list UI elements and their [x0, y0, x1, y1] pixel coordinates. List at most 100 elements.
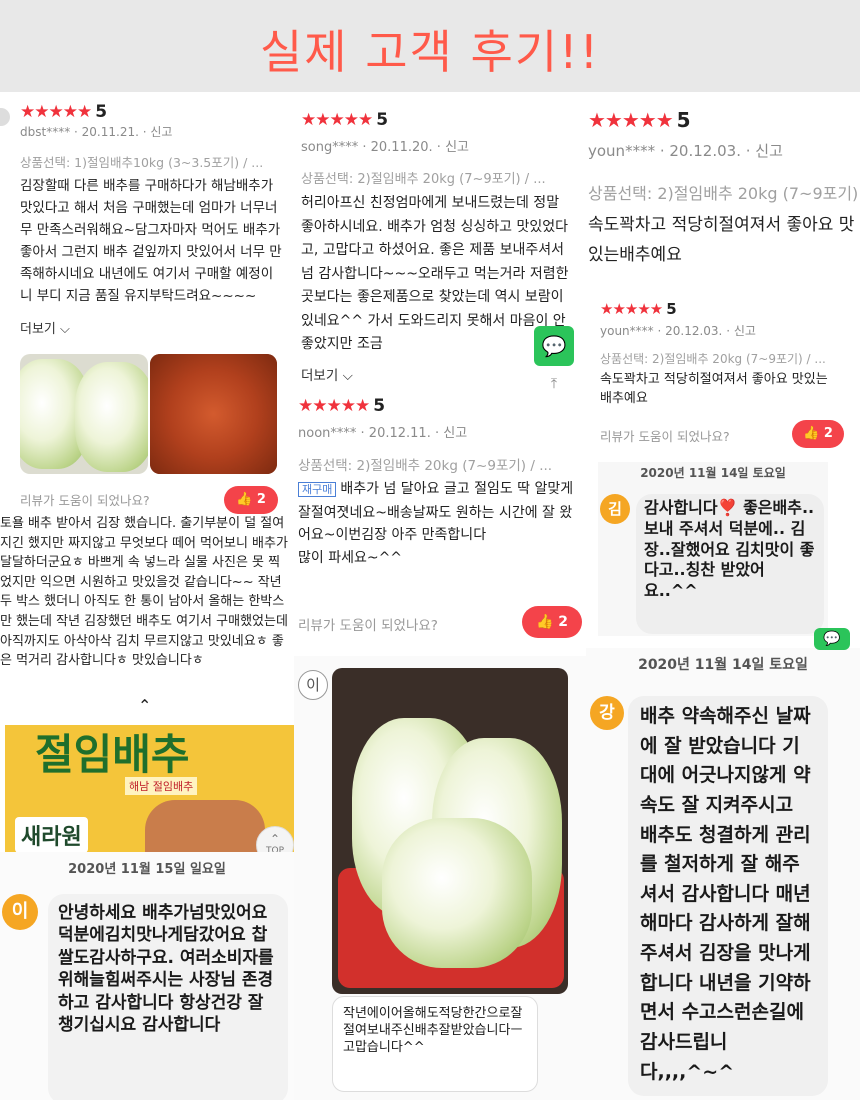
star-rating-icon: ★★★★★: [600, 300, 663, 318]
report-link[interactable]: 신고: [445, 140, 469, 155]
avatar-icon: 김: [600, 494, 630, 524]
helpful-text: 리뷰가 도움이 되었나요?: [600, 429, 730, 444]
star-rating-icon: ★★★★★: [20, 102, 92, 122]
collapse-button[interactable]: ⌃: [138, 696, 151, 715]
upload-icon[interactable]: ⤒: [536, 376, 572, 396]
thumbs-up-icon: 👍: [803, 426, 820, 441]
review-meta: youn**** · 20.12.03. · 신고: [600, 324, 756, 338]
review-body: 허리아프신 친정엄마에게 보내드렸는데 정말 좋아하시네요. 배추가 엄청 싱싱…: [301, 195, 569, 352]
helpful-text: 리뷰가 도움이 되었나요?: [20, 493, 150, 508]
rating: ★★★★★ 5: [588, 108, 691, 132]
package-title: 절임배추: [35, 730, 190, 779]
cabbage-image: [75, 362, 148, 472]
like-button[interactable]: 👍 2: [224, 486, 278, 514]
farmer-photo: [145, 800, 265, 855]
chat-screenshot-3: 이 작년에이어올해도적당한간으로잘절여보내주신배추잘받았습니다ㅡ 고맙습니다^^: [294, 656, 586, 1100]
chat-date: 2020년 11월 14일 토요일: [640, 466, 786, 480]
review-body: 속도꽉차고 적당히절여져서 좋아요 맛있는배추예요: [600, 372, 828, 406]
chat-message: 안녕하세요 배추가넘맛있어요 덕분에김치맛나게담갔어요 찹쌀도감사하구요. 여러…: [48, 894, 288, 1100]
review-card-3b: ★★★★★ 5 youn**** · 20.12.03. · 신고 상품선택: 2…: [586, 296, 860, 456]
avatar-icon: 이: [2, 894, 38, 930]
chat-message: 감사합니다❣️ 좋은배추..보내 주셔서 덕분에.. 김장..잘했어요 김치맛이…: [636, 494, 824, 634]
product-option: 상품선택: 2)절임배추 20kg (7~9포기) / ...: [600, 352, 826, 366]
avatar-icon: [0, 108, 10, 126]
chevron-up-icon: ⌃: [269, 832, 281, 846]
date: 20.11.20.: [370, 140, 433, 155]
more-label: 더보기: [20, 322, 56, 337]
author: noon****: [298, 426, 357, 441]
review-card-1: ★★★★★ 5 dbst**** · 20.11.21. · 신고 상품선택: 1…: [0, 100, 290, 520]
product-package-photo: 절임배추 해남 절임배추 새라원: [5, 725, 295, 855]
chat-screenshot-4: 2020년 11월 14일 토요일 강 배추 약속해주신 날짜에 잘 받았습니다…: [586, 648, 860, 1100]
review-body: 김장할때 다른 배추를 구매하다가 해남배추가 맛있다고 해서 처음 구매했는데…: [20, 178, 282, 304]
avatar-icon: 이: [298, 670, 328, 700]
review-body: 배추가 넘 달아요 글고 절임도 딱 알맞게 잘절여졋네요~배송날짜도 원하는 …: [298, 481, 574, 543]
package-brand: 새라원: [15, 817, 88, 853]
date: 20.11.21.: [81, 125, 139, 139]
like-button[interactable]: 👍 2: [522, 606, 582, 638]
report-link[interactable]: 신고: [150, 125, 172, 139]
review-photo-kimchi[interactable]: [150, 354, 277, 474]
more-label: 더보기: [301, 368, 339, 384]
chat-screenshot-2: 2020년 11월 15일 일요일 이 안녕하세요 배추가넘맛있어요 덕분에김치…: [0, 852, 294, 1100]
chat-screenshot-1: 2020년 11월 14일 토요일 김 감사합니다❣️ 좋은배추..보내 주셔서…: [598, 462, 828, 636]
review-body: 토욜 배추 받아서 김장 했습니다. 출기부분이 덜 절여지긴 했지만 짜지않고…: [0, 516, 288, 669]
product-option: 상품선택: 2)절임배추 20kg (7~9포기) / ...: [588, 184, 860, 203]
date: 20.12.03.: [665, 324, 723, 338]
review-body-wrap: 재구매 배추가 넘 달아요 글고 절임도 딱 알맞게 잘절여졋네요~배송날짜도 원…: [298, 478, 580, 569]
review-body-2: 많이 파세요~^^: [298, 549, 403, 566]
review-meta: dbst**** · 20.11.21. · 신고: [20, 125, 173, 139]
helpful-text: 리뷰가 도움이 되었나요?: [298, 618, 438, 634]
cabbage-image: [382, 818, 532, 968]
rating: ★★★★★ 5: [298, 396, 386, 416]
review-card-5: 토욜 배추 받아서 김장 했습니다. 출기부분이 덜 절여지긴 했지만 짜지않고…: [0, 514, 292, 686]
author: youn****: [588, 142, 656, 160]
page-header: 실제 고객 후기!!: [0, 0, 860, 92]
like-button[interactable]: 👍 2: [792, 420, 844, 448]
kimchi-image: [150, 354, 277, 474]
product-option: 상품선택: 2)절임배추 20kg (7~9포기) / ...: [298, 458, 553, 474]
like-count: 2: [823, 426, 833, 441]
date: 20.12.03.: [669, 142, 741, 160]
author: youn****: [600, 324, 654, 338]
star-rating-icon: ★★★★★: [588, 108, 674, 132]
report-link[interactable]: 신고: [443, 426, 467, 441]
like-count: 2: [256, 492, 266, 507]
kimchi-cabbage-photo[interactable]: [332, 668, 568, 994]
star-rating-icon: ★★★★★: [298, 396, 370, 416]
review-body: 속도꽉차고 적당히절여져서 좋아요 맛있는배추예요: [588, 215, 855, 265]
more-button[interactable]: 더보기 ⌵: [301, 364, 353, 384]
author: song****: [301, 140, 359, 155]
chevron-down-icon: ⌵: [342, 368, 353, 384]
chat-message: 배추 약속해주신 날짜에 잘 받았습니다 기대에 어긋나지않게 약속도 잘 지켜…: [628, 696, 828, 1096]
avatar-icon: 강: [590, 696, 624, 730]
review-card-3: ★★★★★ 5 youn**** · 20.12.03. · 신고 상품선택: 2…: [586, 106, 860, 286]
repurchase-badge: 재구매: [298, 482, 337, 497]
report-link[interactable]: 신고: [734, 324, 756, 338]
package-subtitle: 해남 절임배추: [125, 777, 198, 795]
date: 20.12.11.: [368, 426, 431, 441]
like-count: 2: [558, 614, 569, 630]
product-option: 상품선택: 2)절임배추 20kg (7~9포기) / ...: [301, 172, 546, 187]
review-meta: noon**** · 20.12.11. · 신고: [298, 426, 468, 441]
more-button[interactable]: 더보기 ⌵: [20, 318, 70, 337]
review-meta: song**** · 20.11.20. · 신고: [301, 140, 469, 155]
chat-message: 작년에이어올해도적당한간으로잘절여보내주신배추잘받았습니다ㅡ 고맙습니다^^: [332, 996, 538, 1092]
rating: ★★★★★ 5: [20, 102, 108, 122]
report-link[interactable]: 신고: [755, 142, 783, 160]
rating: ★★★★★ 5: [600, 300, 677, 318]
chat-icon[interactable]: 💬: [814, 628, 850, 650]
thumbs-up-icon: 👍: [535, 614, 554, 630]
review-meta: youn**** · 20.12.03. · 신고: [588, 142, 783, 160]
star-rating-icon: ★★★★★: [301, 110, 373, 130]
thumbs-up-icon: 👍: [236, 492, 253, 507]
review-card-4: ★★★★★ 5 noon**** · 20.12.11. · 신고 상품선택: 2…: [294, 394, 586, 644]
rating: ★★★★★ 5: [301, 110, 389, 130]
chevron-up-icon: ⌃: [138, 696, 152, 715]
author: dbst****: [20, 125, 71, 139]
review-photo-cabbage[interactable]: [20, 354, 148, 474]
chat-date: 2020년 11월 14일 토요일: [638, 657, 808, 673]
chevron-down-icon: ⌵: [60, 322, 70, 337]
chat-icon[interactable]: 💬: [534, 326, 574, 366]
page-title: 실제 고객 후기!!: [259, 25, 601, 79]
